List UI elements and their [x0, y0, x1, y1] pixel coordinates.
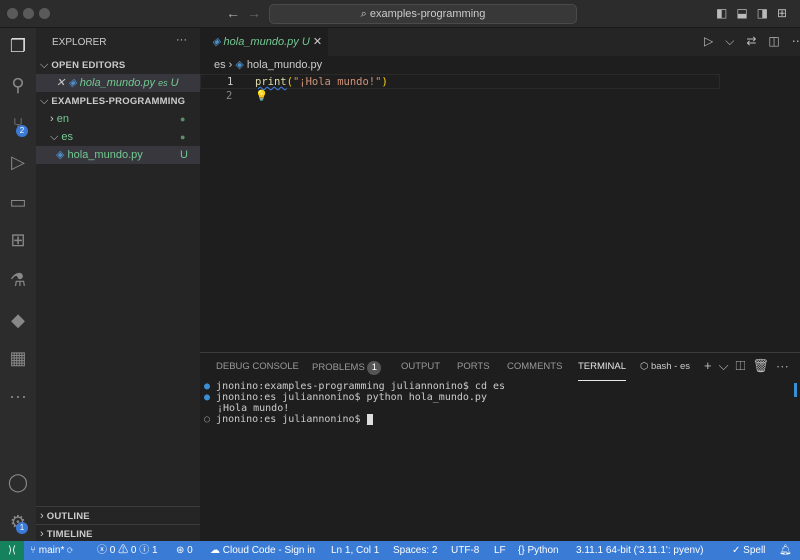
folder-en[interactable]: › en ● [36, 110, 200, 128]
branch-icon: ⑂ [30, 545, 39, 556]
tab-output[interactable]: OUTPUT [401, 361, 440, 381]
testing-icon[interactable]: ⚗ [6, 268, 30, 292]
source-control-badge: 2 [16, 125, 28, 137]
status-bar: ⟩⟨ ⑂ main* ⟳ ⓧ 0 ⚠ 0 ⓘ 1 ⊛ 0 ☁ Cloud Cod… [0, 541, 800, 560]
close-tab-icon[interactable]: ✕ [313, 36, 322, 48]
cloud-code-indicator[interactable]: ☁ Cloud Code - Sign in [210, 541, 315, 560]
outline-section[interactable]: › OUTLINE [36, 506, 200, 524]
terminal-line: ● jnonino:es juliannonino$ python hola_m… [204, 392, 487, 403]
python-interpreter[interactable]: 3.11.1 64-bit ('3.11.1': pyenv) [576, 541, 703, 560]
workspace-header[interactable]: ⌵ EXAMPLES-PROGRAMMING [36, 92, 200, 110]
terminal-line: ○ jnonino:es juliannonino$ _ [204, 414, 373, 425]
lightbulb-icon[interactable]: 💡 [255, 89, 268, 104]
command-center-search[interactable]: ⌕ examples-programming [269, 4, 577, 24]
open-editors-header[interactable]: ⌵ OPEN EDITORS [36, 56, 200, 74]
broadcast-icon: ⊛ [176, 545, 188, 556]
terminal-cursor: _ [366, 414, 373, 425]
terminal-line: ● jnonino:examples-programming juliannon… [204, 381, 506, 392]
terminal-scrollbar[interactable] [794, 383, 797, 397]
terminal-icon: ⬡ [640, 361, 651, 372]
tab-debug-console[interactable]: DEBUG CONSOLE [216, 361, 299, 381]
explorer-title: EXPLORER [52, 37, 107, 48]
chevron-down-icon: ⌵ [50, 131, 62, 143]
title-bar: ← → ⌕ examples-programming ◧⬓◨⊞ [0, 0, 800, 28]
bell-icon[interactable]: 🔔︎ [779, 541, 792, 560]
python-file-icon: ◈ [56, 149, 68, 161]
cloud-icon: ☁ [210, 545, 223, 556]
modified-dot: ● [180, 132, 186, 142]
tab-problems[interactable]: PROBLEMS 1 [312, 361, 382, 381]
ports-indicator[interactable]: ⊛ 0 [176, 541, 193, 560]
tab-terminal[interactable]: TERMINAL [578, 361, 627, 381]
tab-ports[interactable]: PORTS [457, 361, 490, 381]
terminal-selector[interactable]: ⬡ bash - es [640, 361, 690, 381]
tab-comments[interactable]: COMMENTS [507, 361, 562, 381]
terraform-icon[interactable]: ◆ [6, 308, 30, 332]
explorer-more-button[interactable]: ··· [176, 34, 187, 46]
tab-bar: ◈ hola_mundo.py U ✕ ▷⌵⇄◫⋯ [200, 28, 800, 56]
folder-es[interactable]: ⌵ es ● [36, 128, 200, 146]
terminal-actions[interactable]: +⌵◫🗑⋯ [704, 358, 796, 374]
breadcrumb: es › ◈ hola_mundo.py [214, 59, 323, 71]
layout-toggle-icons[interactable]: ◧⬓◨⊞ [716, 6, 796, 20]
run-debug-icon[interactable]: ▷ [6, 150, 30, 174]
problems-badge: 1 [367, 361, 382, 375]
account-icon[interactable]: ◯ [6, 470, 30, 494]
maximize-window-button[interactable] [39, 8, 50, 19]
docker-icon[interactable]: ▦ [6, 346, 30, 370]
activity-bar: ❐ ⚲ ⑂ 2 ▷ ▭ ⊞ ⚗ ◆ ▦ ··· ◯ ⚙ 1 [0, 28, 36, 541]
editor-actions[interactable]: ▷⌵⇄◫⋯ [704, 34, 800, 49]
cursor-position[interactable]: Ln 1, Col 1 [331, 541, 379, 560]
close-icon[interactable]: ✕ [56, 77, 68, 89]
extensions-icon[interactable]: ⊞ [6, 228, 30, 252]
bottom-panel: DEBUG CONSOLE PROBLEMS 1 OUTPUT PORTS CO… [200, 352, 800, 541]
encoding[interactable]: UTF-8 [451, 541, 479, 560]
editor-area: ◈ hola_mundo.py U ✕ ▷⌵⇄◫⋯ es › ◈ hola_mu… [200, 28, 800, 352]
problems-indicator[interactable]: ⓧ 0 ⚠ 0 ⓘ 1 [97, 541, 158, 560]
terminal-line: ¡Hola mundo! [217, 403, 290, 414]
back-arrow-icon[interactable]: ← [226, 5, 240, 21]
sync-icon: ⟳ [67, 545, 74, 556]
close-window-button[interactable] [7, 8, 18, 19]
file-hola-mundo[interactable]: ◈ hola_mundo.py U [36, 146, 200, 164]
forward-arrow-icon[interactable]: → [247, 5, 261, 21]
chevron-right-icon: › [50, 113, 57, 125]
timeline-section[interactable]: › TIMELINE [36, 524, 200, 542]
settings-badge: 1 [16, 522, 28, 534]
code-line-1[interactable]: 1 print("¡Hola mundo!") [200, 74, 720, 89]
remote-indicator[interactable]: ⟩⟨ [0, 541, 24, 560]
branch-indicator[interactable]: ⑂ main* ⟳ [30, 541, 73, 560]
indentation[interactable]: Spaces: 2 [393, 541, 437, 560]
remote-explorer-icon[interactable]: ▭ [6, 190, 30, 214]
modified-dot: ● [180, 114, 186, 124]
python-file-icon: ◈ [68, 77, 80, 89]
chevron-down-icon: ⌵ [40, 59, 52, 71]
explorer-sidebar: EXPLORER ··· ⌵ OPEN EDITORS ✕ ◈ hola_mun… [36, 28, 200, 541]
terminal-output[interactable]: ● jnonino:examples-programming juliannon… [204, 381, 505, 425]
search-icon[interactable]: ⚲ [6, 73, 30, 97]
language-mode[interactable]: {} Python [518, 541, 559, 560]
chevron-down-icon: ⌵ [40, 95, 52, 107]
explorer-icon[interactable]: ❐ [6, 34, 30, 58]
spell-checker[interactable]: ✓ Spell [732, 541, 765, 560]
tab-hola-mundo[interactable]: ◈ hola_mundo.py U ✕ [200, 28, 328, 56]
open-editor-item[interactable]: ✕ ◈ hola_mundo.py es U [36, 74, 200, 92]
minimize-window-button[interactable] [23, 8, 34, 19]
line-ending[interactable]: LF [494, 541, 506, 560]
chevron-right-icon: › [40, 528, 47, 540]
search-icon: ⌕ [360, 8, 370, 20]
chevron-right-icon: › [40, 510, 47, 522]
more-icon[interactable]: ··· [6, 384, 30, 408]
python-file-icon: ◈ [212, 36, 224, 48]
python-file-icon: ◈ [235, 59, 247, 71]
